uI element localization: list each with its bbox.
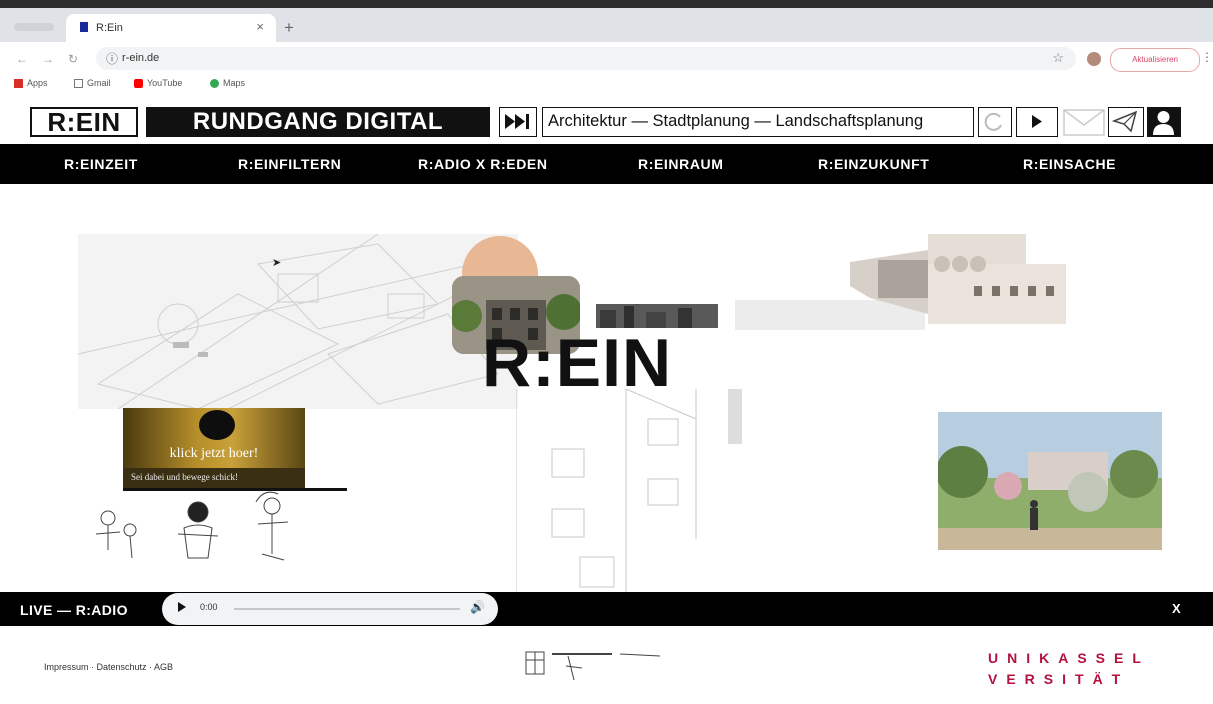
- profile-avatar[interactable]: [1087, 52, 1101, 66]
- main-nav: R:EINZEIT R:EINFILTERN R:ADIO X R:EDEN R…: [0, 144, 1213, 184]
- bookmark-label: YouTube: [147, 78, 183, 88]
- signature-logo: [522, 648, 662, 684]
- refresh-icon: [984, 112, 1002, 131]
- rundgang-title[interactable]: RUNDGANG DIGITAL: [146, 107, 490, 137]
- nav-radio-x-reden[interactable]: R:ADIO X R:EDEN: [418, 156, 548, 172]
- speaker-silhouette: [199, 410, 235, 440]
- mail-button[interactable]: [1062, 107, 1106, 137]
- url-field[interactable]: ⓘ r-ein.de ☆: [96, 47, 1076, 70]
- site-logo[interactable]: R:EIN: [30, 107, 138, 137]
- bookmark-label: Maps: [223, 78, 246, 88]
- building-model-render[interactable]: [850, 234, 1066, 326]
- people-sketch-drawing: [95, 491, 289, 561]
- screen: R:Ein × + ← → ↻ ⓘ r-ein.de ☆ Aktualisier…: [0, 0, 1213, 704]
- bookmark-star-icon[interactable]: ☆: [1052, 50, 1064, 66]
- update-button[interactable]: Aktualisieren: [1110, 48, 1200, 72]
- podcast-video-card[interactable]: klick jetzt hoer! Sei dabei und bewege s…: [123, 408, 305, 490]
- people-sketch[interactable]: [88, 484, 328, 574]
- site-footer: Impressum · Datenschutz · AGB UNIKASSEL …: [0, 626, 1213, 704]
- video-subtitle: Sei dabei und bewege schick!: [131, 472, 238, 482]
- play-icon: [1032, 115, 1042, 128]
- bookmark-label: Gmail: [87, 78, 111, 88]
- new-tab-button[interactable]: +: [284, 18, 294, 38]
- discipline-marquee: Architektur — Stadtplanung — Landschafts…: [542, 107, 974, 137]
- bookmark-youtube[interactable]: YouTube: [134, 78, 182, 88]
- audio-play-icon[interactable]: [178, 602, 186, 612]
- signature-mark: [525, 651, 661, 681]
- bookmark-gmail[interactable]: Gmail: [74, 78, 111, 88]
- skip-forward-button[interactable]: [499, 107, 537, 137]
- tower-sketch: [515, 388, 716, 592]
- park-rendering-image: [938, 412, 1162, 550]
- account-button[interactable]: [1147, 107, 1181, 137]
- window-top-edge: [0, 0, 1213, 8]
- hero-logo: R:EIN: [482, 325, 673, 401]
- reload-icon[interactable]: ↻: [68, 52, 78, 66]
- park-rendering-photo[interactable]: [938, 412, 1162, 550]
- site-info-icon[interactable]: ⓘ: [106, 50, 118, 67]
- nav-einsache[interactable]: R:EINSACHE: [1023, 156, 1116, 172]
- audio-player[interactable]: 0:00 🔊: [162, 593, 498, 625]
- audio-time: 0:00: [200, 602, 218, 612]
- paper-plane-icon: [1111, 110, 1138, 133]
- tower-detail: [728, 389, 742, 444]
- site-header: R:EIN RUNDGANG DIGITAL Architektur — Sta…: [0, 104, 1213, 142]
- tab-close-button[interactable]: ×: [256, 19, 264, 34]
- radio-close-button[interactable]: X: [1172, 601, 1181, 616]
- uni-logo-line2: VERSITÄT: [988, 671, 1130, 687]
- url-text: r-ein.de: [122, 52, 160, 64]
- cursor-icon: ➤: [272, 257, 282, 269]
- hero-collage: ➤ R:EIN klick jetzt hoer! Sei dabei und …: [0, 184, 1213, 592]
- browser-tab-bar: R:Ein × +: [0, 8, 1213, 42]
- audio-progress-slider[interactable]: [234, 608, 460, 610]
- address-bar-row: ← → ↻ ⓘ r-ein.de ☆ Aktualisieren ⋮: [0, 42, 1213, 77]
- play-button[interactable]: [1016, 107, 1058, 137]
- user-icon: [1153, 111, 1174, 135]
- bookmarks-bar: Apps Gmail YouTube Maps: [0, 76, 1213, 96]
- mail-icon: [1063, 109, 1105, 136]
- bookmark-apps[interactable]: Apps: [14, 78, 48, 88]
- bookmark-label: Apps: [27, 78, 48, 88]
- telegram-button[interactable]: [1108, 107, 1144, 137]
- volume-icon[interactable]: 🔊: [470, 600, 485, 614]
- bookmark-maps[interactable]: Maps: [210, 78, 245, 88]
- radio-bar: LIVE — R:ADIO 0:00 🔊 X: [0, 592, 1213, 626]
- skip-forward-icon: [505, 114, 529, 129]
- footer-links[interactable]: Impressum · Datenschutz · AGB: [44, 662, 173, 672]
- forward-icon[interactable]: →: [42, 52, 54, 66]
- nav-einfiltern[interactable]: R:EINFILTERN: [238, 156, 341, 172]
- gmail-icon: [74, 78, 83, 88]
- apps-grid-icon: [14, 78, 23, 88]
- favicon-icon: [80, 22, 88, 32]
- building-model-image: [850, 234, 1066, 324]
- tab-title: R:Ein: [96, 22, 123, 34]
- uni-logo-line1: UNIKASSEL: [988, 650, 1150, 666]
- live-radio-label: LIVE — R:ADIO: [20, 602, 128, 618]
- nav-einzeit[interactable]: R:EINZEIT: [64, 156, 138, 172]
- browser-tab[interactable]: R:Ein ×: [66, 14, 276, 42]
- uni-kassel-logo[interactable]: UNIKASSEL VERSITÄT: [988, 648, 1150, 690]
- tower-sketch-drawing: [515, 388, 697, 592]
- maps-icon: [210, 78, 219, 88]
- nav-einzukunft[interactable]: R:EINZUKUNFT: [818, 156, 929, 172]
- more-menu-icon[interactable]: ⋮: [1201, 50, 1213, 64]
- back-icon[interactable]: ←: [16, 52, 28, 66]
- tab-placeholder[interactable]: [14, 23, 54, 31]
- refresh-button[interactable]: [978, 107, 1012, 137]
- youtube-icon: [134, 78, 143, 88]
- video-title: klick jetzt hoer!: [169, 446, 259, 461]
- nav-einraum[interactable]: R:EINRAUM: [638, 156, 724, 172]
